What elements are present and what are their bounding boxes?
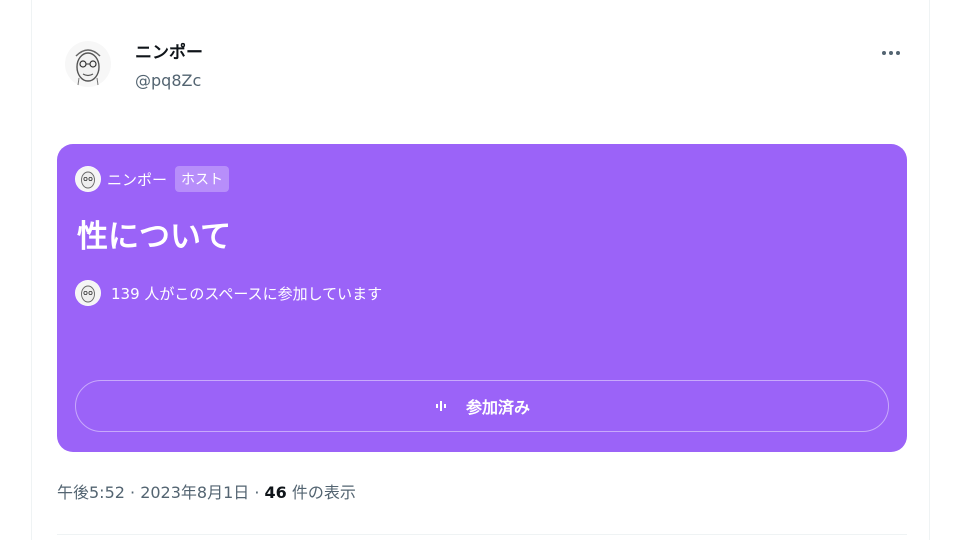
space-host-row: ニンポー ホスト (75, 166, 230, 192)
tweet-meta: 午後5:52 · 2023年8月1日 · 46 件の表示 (57, 480, 356, 506)
divider (57, 534, 907, 535)
more-horizontal-icon (882, 51, 900, 55)
views-label: 件の表示 (286, 483, 356, 502)
space-host-name: ニンポー (107, 170, 168, 189)
views-count: 46 (264, 483, 287, 502)
avatar-sketch-icon (75, 166, 101, 192)
avatar-sketch-icon (75, 280, 101, 306)
author-handle[interactable]: @pq8Zc (135, 70, 203, 92)
tweet-timestamp[interactable]: 午後5:52 · 2023年8月1日 · (57, 483, 265, 502)
author-names: ニンポー @pq8Zc (135, 42, 203, 92)
more-button[interactable] (876, 42, 906, 64)
space-card[interactable]: ニンポー ホスト 性について 139 人がこのスペースに参加しています 参加済み (57, 144, 907, 452)
joined-button-label: 参加済み (465, 398, 530, 417)
host-avatar (75, 166, 101, 192)
avatar-sketch-icon (65, 41, 111, 87)
space-title: 性について (77, 219, 232, 255)
author-display-name[interactable]: ニンポー (135, 42, 203, 64)
space-listener-row: 139 人がこのスペースに参加しています (75, 280, 382, 306)
tweet-header: ニンポー @pq8Zc (56, 38, 906, 102)
author-avatar[interactable] (64, 40, 112, 88)
listener-avatar (75, 280, 101, 306)
joined-button[interactable]: 参加済み (75, 380, 889, 432)
audio-bars-icon (435, 401, 446, 411)
space-listener-count: 139 人がこのスペースに参加しています (111, 284, 383, 303)
host-badge: ホスト (175, 166, 230, 192)
